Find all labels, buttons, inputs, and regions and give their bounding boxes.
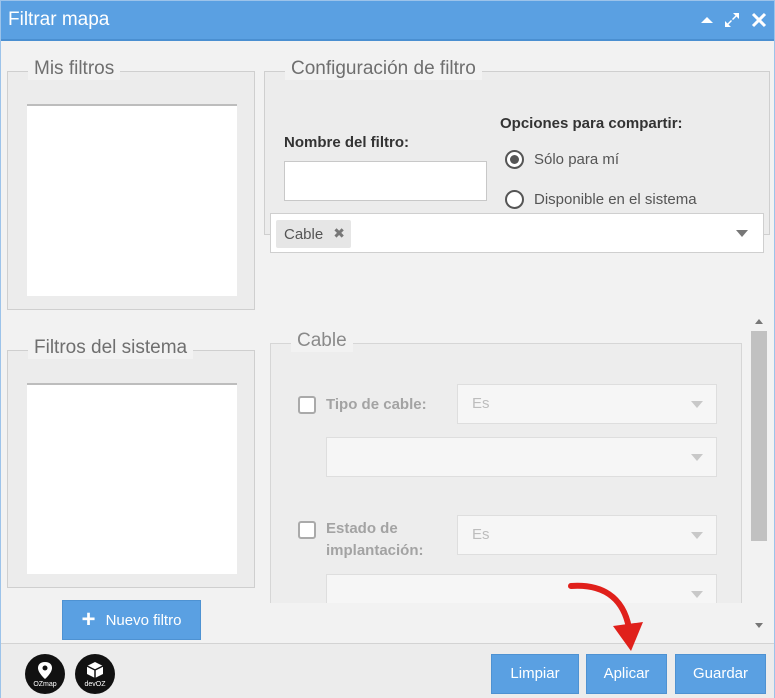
cable-legend: Cable <box>291 330 353 352</box>
share-options-label: Opciones para compartir: <box>500 115 683 132</box>
dialog-footer: OZmap devOZ Limpiar Aplicar Guardar <box>1 643 774 698</box>
tag-chip-label: Cable <box>284 225 324 243</box>
new-filter-label: Nuevo filtro <box>105 611 182 629</box>
radio-unchecked-icon <box>505 190 524 209</box>
collapse-up-icon[interactable] <box>698 11 716 29</box>
scroll-up-icon[interactable] <box>755 319 763 324</box>
filter-map-dialog: Filtrar mapa Mis filtros Filtros del sis… <box>0 0 775 698</box>
filter-config-panel: Configuración de filtro Nombre del filtr… <box>264 58 770 235</box>
filter-config-legend: Configuración de filtro <box>285 58 482 80</box>
dialog-title: Filtrar mapa <box>8 9 110 30</box>
cable-scroll-area[interactable]: Cable Tipo de cable: Es Estado de implan… <box>270 303 742 603</box>
annotation-arrow-icon <box>568 582 643 651</box>
radio-only-me-label: Sólo para mí <box>534 151 620 168</box>
devoz-logo: devOZ <box>75 654 115 694</box>
chevron-down-icon[interactable] <box>736 230 748 237</box>
tag-chip: Cable ✖ <box>276 220 351 248</box>
scrollbar[interactable] <box>751 313 767 633</box>
plus-icon: + <box>81 606 96 633</box>
close-icon[interactable] <box>750 11 768 29</box>
radio-system-wide[interactable]: Disponible en el sistema <box>505 190 697 209</box>
radio-only-me[interactable]: Sólo para mí <box>505 150 619 169</box>
ozmap-logo-text: OZmap <box>33 681 57 688</box>
chevron-down-icon <box>691 532 703 539</box>
title-bar[interactable]: Filtrar mapa <box>1 1 774 41</box>
filter-type-select[interactable]: Cable ✖ <box>270 213 764 253</box>
cable-type-label: Tipo de cable: <box>326 396 427 413</box>
radio-system-wide-label: Disponible en el sistema <box>534 191 697 208</box>
cable-type-operator-select[interactable]: Es <box>457 384 717 424</box>
chevron-down-icon <box>691 401 703 408</box>
deployment-status-operator-select[interactable]: Es <box>457 515 717 555</box>
chevron-down-icon <box>691 591 703 598</box>
cable-type-operator-value: Es <box>472 395 490 412</box>
deployment-status-label-line2: implantación: <box>326 542 424 559</box>
remove-tag-icon[interactable]: ✖ <box>333 226 345 242</box>
deployment-status-value-select[interactable] <box>326 574 717 603</box>
cable-type-checkbox[interactable] <box>298 396 316 414</box>
system-filters-legend: Filtros del sistema <box>28 337 194 359</box>
deployment-status-operator-value: Es <box>472 526 490 543</box>
filter-name-input[interactable] <box>284 161 487 201</box>
system-filters-list[interactable] <box>27 383 237 574</box>
my-filters-panel: Mis filtros <box>7 58 255 310</box>
devoz-logo-text: devOZ <box>84 681 106 688</box>
scroll-down-icon[interactable] <box>755 623 763 628</box>
system-filters-panel: Filtros del sistema <box>7 337 255 588</box>
ozmap-logo: OZmap <box>25 654 65 694</box>
my-filters-legend: Mis filtros <box>28 58 121 80</box>
filter-name-label: Nombre del filtro: <box>284 134 410 151</box>
scrollbar-thumb[interactable] <box>751 331 767 541</box>
cable-panel: Cable Tipo de cable: Es Estado de implan… <box>270 330 742 603</box>
radio-checked-icon <box>505 150 524 169</box>
my-filters-list[interactable] <box>27 104 237 296</box>
deployment-status-label-line1: Estado de <box>326 520 398 537</box>
deployment-status-checkbox[interactable] <box>298 521 316 539</box>
deployment-status-label: Estado de implantación: <box>326 518 424 562</box>
maximize-icon[interactable] <box>723 11 741 29</box>
new-filter-button[interactable]: + Nuevo filtro <box>62 600 201 640</box>
save-button[interactable]: Guardar <box>675 654 766 694</box>
chevron-down-icon <box>691 454 703 461</box>
cable-type-value-select[interactable] <box>326 437 717 477</box>
